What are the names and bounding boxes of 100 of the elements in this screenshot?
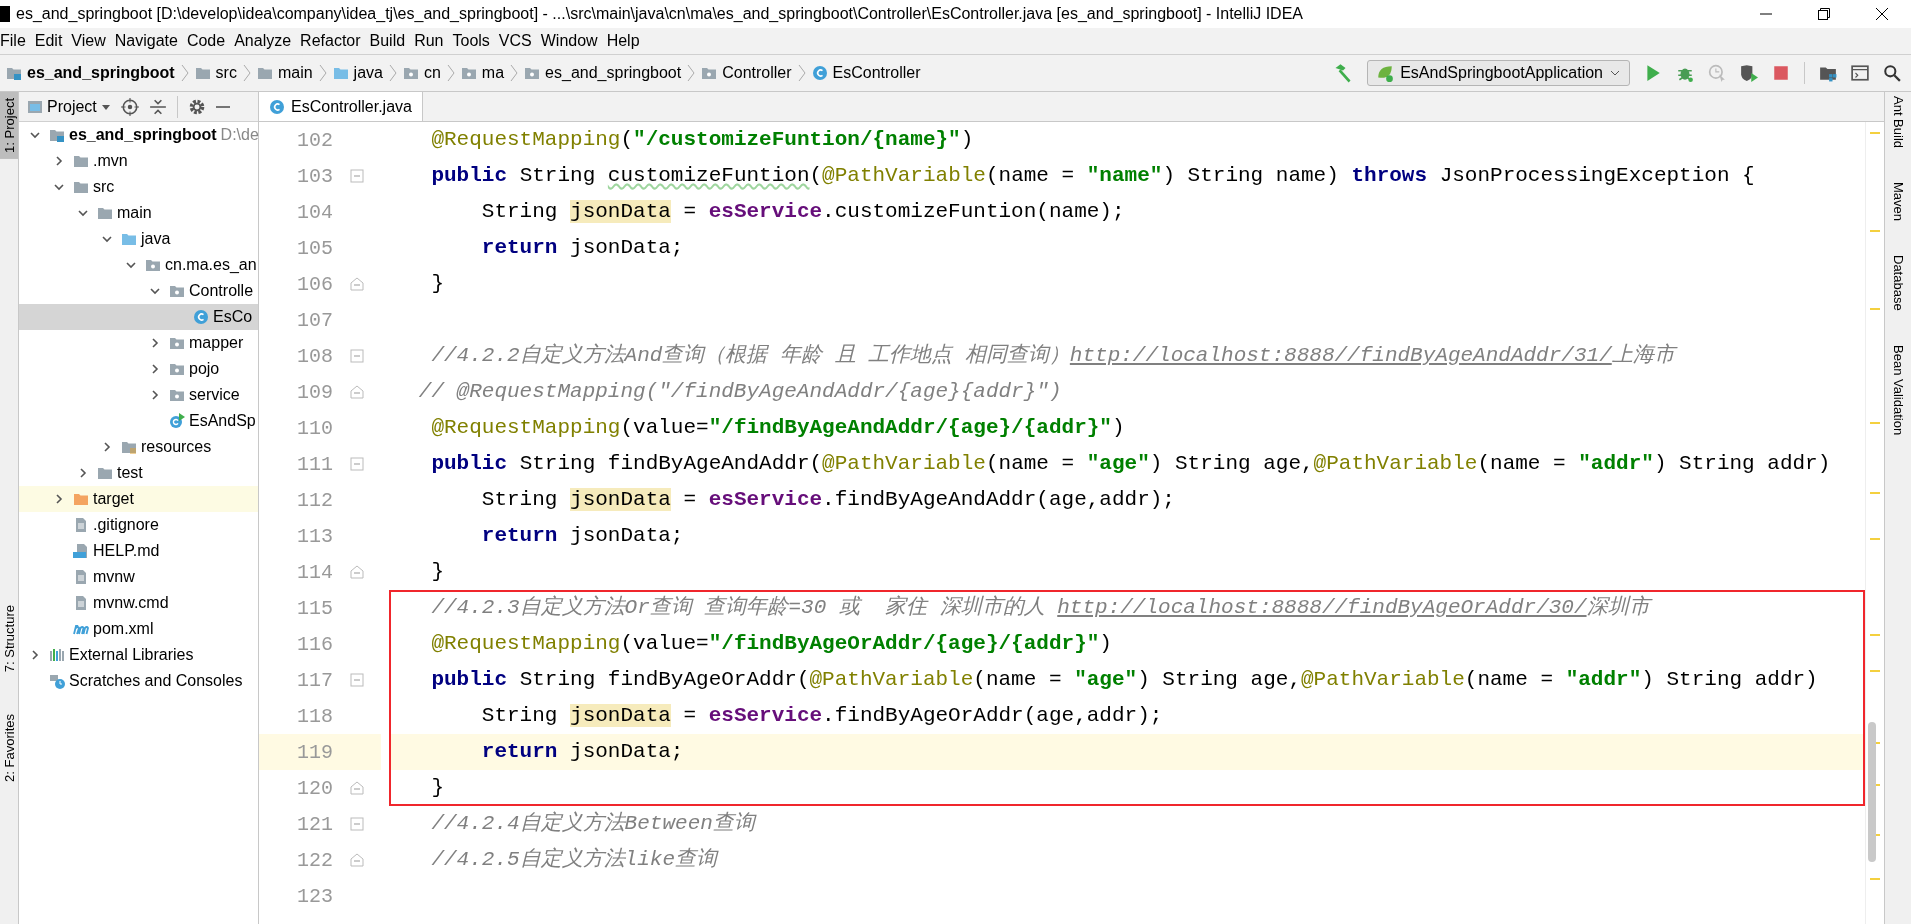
chevron-right-icon[interactable] bbox=[77, 467, 89, 479]
fold-marker-icon[interactable] bbox=[350, 853, 364, 867]
tree-item[interactable]: test bbox=[19, 460, 258, 486]
warning-marker[interactable] bbox=[1870, 634, 1880, 636]
tree-item[interactable]: mapper bbox=[19, 330, 258, 356]
chevron-right-icon[interactable] bbox=[149, 363, 161, 375]
chevron-down-icon[interactable] bbox=[29, 129, 41, 141]
settings-button[interactable] bbox=[187, 97, 206, 116]
tool-window-tab[interactable]: Maven bbox=[1890, 182, 1906, 222]
tree-item[interactable]: resources bbox=[19, 434, 258, 460]
chevron-right-icon[interactable] bbox=[29, 649, 41, 661]
warning-marker[interactable] bbox=[1870, 422, 1880, 424]
menu-item[interactable]: Code bbox=[186, 32, 235, 50]
menu-item[interactable]: Window bbox=[540, 32, 607, 50]
tree-item[interactable]: EsAndSp bbox=[19, 408, 258, 434]
code-line: return jsonData; bbox=[480, 523, 685, 549]
warning-marker[interactable] bbox=[1870, 670, 1880, 672]
chevron-right-icon[interactable] bbox=[149, 389, 161, 401]
warning-marker[interactable] bbox=[1870, 308, 1880, 310]
breadcrumb-item[interactable]: es_and_springboot bbox=[520, 64, 686, 82]
breadcrumb-item[interactable]: main bbox=[252, 64, 317, 82]
tree-item[interactable]: pom.xml bbox=[19, 616, 258, 642]
tree-item[interactable]: src bbox=[19, 174, 258, 200]
tree-item[interactable]: .gitignore bbox=[19, 512, 258, 538]
chevron-down-icon[interactable] bbox=[125, 259, 137, 271]
collapse-all-button[interactable] bbox=[148, 97, 167, 116]
breadcrumb-item[interactable]: ma bbox=[456, 64, 509, 82]
fold-marker-icon[interactable] bbox=[350, 817, 364, 831]
tool-window-tab[interactable]: 2: Favorites bbox=[0, 708, 18, 789]
menu-item[interactable]: File bbox=[0, 32, 35, 50]
breadcrumb-item[interactable]: Controller bbox=[697, 64, 796, 82]
fold-marker-icon[interactable] bbox=[350, 781, 364, 795]
tree-item[interactable]: EsCo bbox=[19, 304, 258, 330]
warning-marker[interactable] bbox=[1870, 230, 1880, 232]
warning-marker[interactable] bbox=[1870, 492, 1880, 494]
tree-item[interactable]: HELP.md bbox=[19, 538, 258, 564]
breadcrumb-item[interactable]: src bbox=[190, 64, 241, 82]
menu-item[interactable]: VCS bbox=[498, 32, 541, 50]
breadcrumb-item[interactable]: cn bbox=[398, 64, 445, 82]
fold-marker-icon[interactable] bbox=[350, 673, 364, 687]
chevron-down-icon[interactable] bbox=[101, 233, 113, 245]
fold-marker-icon[interactable] bbox=[350, 457, 364, 471]
warning-marker[interactable] bbox=[1870, 132, 1880, 134]
scrollbar-thumb[interactable] bbox=[1868, 722, 1876, 862]
tree-item[interactable]: cn.ma.es_an bbox=[19, 252, 258, 278]
tree-item[interactable]: target bbox=[19, 486, 258, 512]
menu-item[interactable]: View bbox=[71, 32, 115, 50]
chevron-right-icon[interactable] bbox=[53, 493, 65, 505]
tree-item[interactable]: pojo bbox=[19, 356, 258, 382]
hide-button[interactable] bbox=[215, 105, 230, 108]
run-configuration-dropdown[interactable]: EsAndSpringbootApplication bbox=[1367, 60, 1630, 86]
tree-item[interactable]: Controlle bbox=[19, 278, 258, 304]
menu-item[interactable]: Edit bbox=[34, 32, 72, 50]
line-number: 115 bbox=[296, 596, 333, 620]
line-number: 109 bbox=[296, 380, 333, 404]
chevron-right-icon[interactable] bbox=[149, 337, 161, 349]
tree-item[interactable]: main bbox=[19, 200, 258, 226]
warning-marker[interactable] bbox=[1870, 538, 1880, 540]
fold-marker-icon[interactable] bbox=[350, 565, 364, 579]
warning-marker[interactable] bbox=[1870, 878, 1880, 880]
menu-item[interactable]: Tools bbox=[452, 32, 499, 50]
chevron-right-icon[interactable] bbox=[53, 155, 65, 167]
tool-window-tab[interactable]: Database bbox=[1890, 255, 1906, 311]
locate-button[interactable] bbox=[120, 97, 139, 116]
tree-item[interactable]: .mvn bbox=[19, 148, 258, 174]
menu-item[interactable]: Help bbox=[606, 32, 649, 50]
gear-icon bbox=[187, 97, 206, 116]
breadcrumb-item[interactable]: java bbox=[328, 64, 387, 82]
tree-item[interactable]: Scratches and Consoles bbox=[19, 668, 258, 694]
run-class-icon bbox=[169, 413, 185, 429]
tool-window-tab[interactable]: Bean Validation bbox=[1890, 344, 1906, 435]
chevron-down-icon[interactable] bbox=[77, 207, 89, 219]
breadcrumb-item[interactable]: es_and_springboot bbox=[2, 64, 179, 82]
fold-marker-icon[interactable] bbox=[350, 277, 364, 291]
tool-window-tab[interactable]: Ant Build bbox=[1890, 96, 1906, 149]
line-number: 120 bbox=[296, 776, 333, 800]
tool-window-tab[interactable]: 7: Structure bbox=[0, 598, 18, 679]
chevron-down-icon[interactable] bbox=[149, 285, 161, 297]
menu-item[interactable]: Build bbox=[369, 32, 415, 50]
chevron-down-icon[interactable] bbox=[53, 181, 65, 193]
panel-title[interactable]: Project bbox=[47, 97, 97, 116]
tree-item[interactable]: mvnw.cmd bbox=[19, 590, 258, 616]
tree-item[interactable]: mvnw bbox=[19, 564, 258, 590]
fold-marker-icon[interactable] bbox=[350, 169, 364, 183]
tool-window-tab[interactable]: 1: Project bbox=[0, 92, 18, 159]
tree-item[interactable]: External Libraries bbox=[19, 642, 258, 668]
menu-item[interactable]: Analyze bbox=[234, 32, 301, 50]
fold-marker-icon[interactable] bbox=[350, 385, 364, 399]
fold-marker-icon[interactable] bbox=[350, 349, 364, 363]
chevron-icon bbox=[180, 63, 189, 83]
chevron-right-icon[interactable] bbox=[101, 441, 113, 453]
tree-item[interactable]: service bbox=[19, 382, 258, 408]
menu-item[interactable]: Navigate bbox=[114, 32, 187, 50]
tree-item[interactable]: java bbox=[19, 226, 258, 252]
breadcrumb-item[interactable]: EsController bbox=[807, 64, 925, 82]
tree-item[interactable]: es_and_springboot D:\de bbox=[19, 122, 258, 148]
editor-tab[interactable]: EsController.java bbox=[259, 92, 423, 121]
menu-item[interactable]: Refactor bbox=[300, 32, 370, 50]
menu-item[interactable]: Run bbox=[414, 32, 453, 50]
line-number: 103 bbox=[296, 164, 333, 188]
